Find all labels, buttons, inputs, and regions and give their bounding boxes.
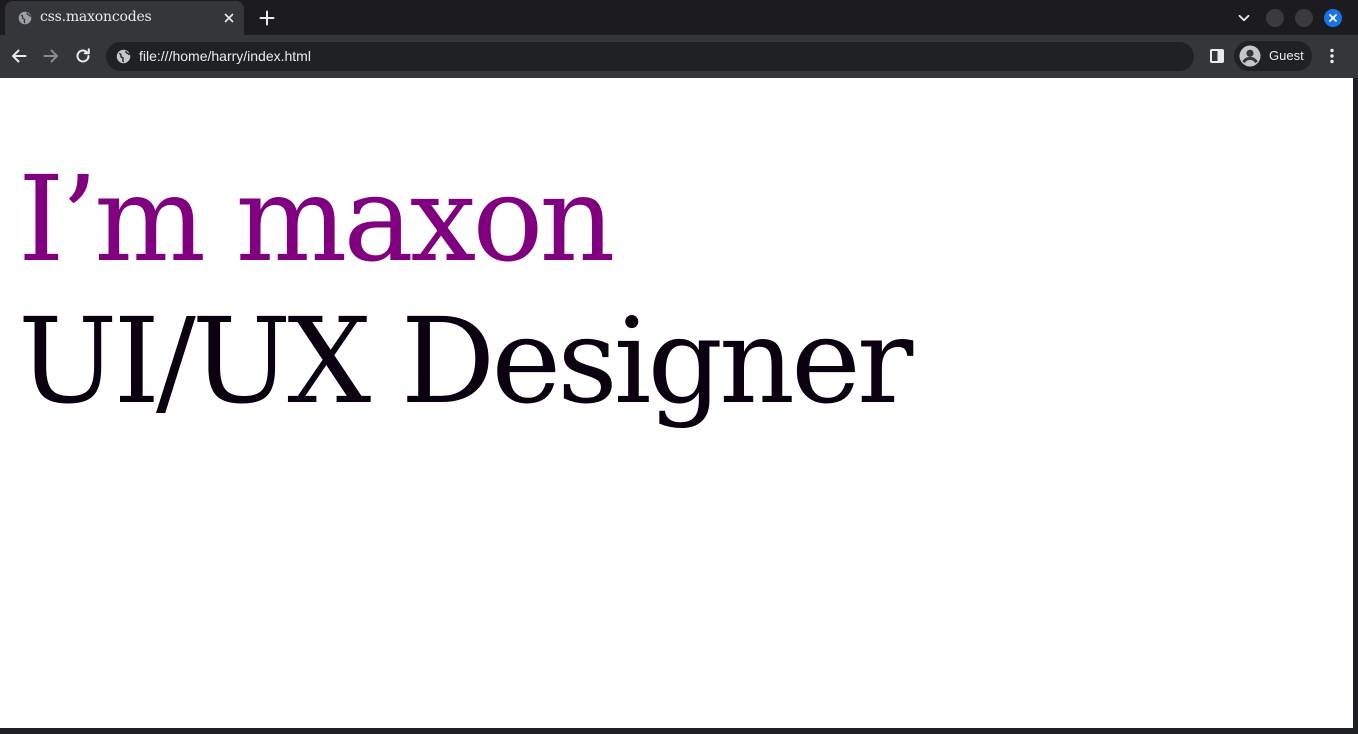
profile-label: Guest: [1269, 48, 1304, 63]
kebab-menu-icon[interactable]: [1322, 46, 1342, 66]
chevron-down-icon[interactable]: [1235, 9, 1253, 27]
profile-button[interactable]: Guest: [1234, 41, 1312, 71]
hero-headline: I’m maxon: [18, 150, 615, 288]
new-tab-button[interactable]: [257, 8, 277, 28]
page-content: I’m maxon UI/UX Designer: [0, 78, 1353, 728]
close-icon: [1329, 14, 1337, 22]
forward-button[interactable]: [40, 45, 62, 67]
window-right-edge: [1353, 78, 1358, 734]
toolbar: file:///home/harry/index.html Guest: [0, 35, 1358, 78]
reload-button[interactable]: [72, 45, 94, 67]
reload-icon: [76, 48, 90, 63]
arrow-right-icon: [43, 49, 58, 63]
minimize-button[interactable]: [1266, 9, 1284, 27]
window-close-button[interactable]: [1324, 9, 1342, 27]
tab-active[interactable]: css.maxoncodes: [5, 1, 244, 35]
globe-icon: [18, 11, 32, 25]
browser-window: css.maxoncodes file:///home/harry/index.…: [0, 0, 1358, 734]
arrow-left-icon: [12, 49, 27, 63]
avatar-icon: [1239, 45, 1261, 67]
maximize-button[interactable]: [1295, 9, 1313, 27]
side-panel-icon[interactable]: [1208, 47, 1226, 65]
url-text[interactable]: file:///home/harry/index.html: [139, 48, 311, 64]
globe-icon[interactable]: [116, 49, 131, 64]
back-button[interactable]: [8, 45, 30, 67]
tab-strip: css.maxoncodes: [0, 0, 1358, 35]
close-icon[interactable]: [221, 10, 237, 26]
address-bar[interactable]: file:///home/harry/index.html: [106, 42, 1194, 71]
tab-title: css.maxoncodes: [40, 9, 152, 25]
window-bottom-edge: [0, 728, 1358, 734]
hero-subhead: UI/UX Designer: [18, 292, 913, 430]
